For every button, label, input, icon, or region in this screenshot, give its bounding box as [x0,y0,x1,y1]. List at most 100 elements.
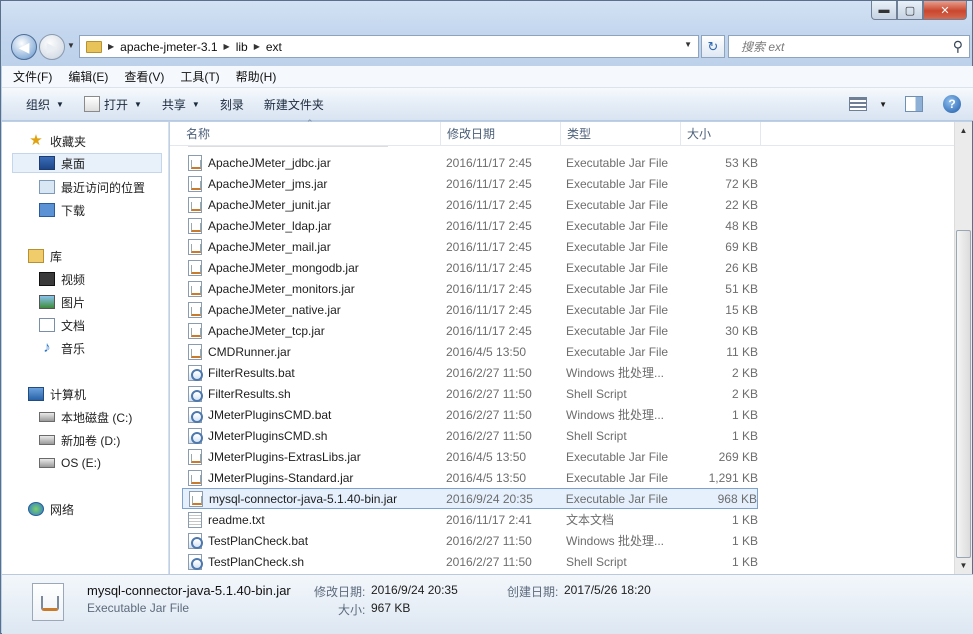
address-dropdown-icon[interactable]: ▼ [684,40,692,49]
sidebar-item-documents[interactable]: 文档 [39,315,85,335]
details-file-type: Executable Jar File [87,601,190,615]
table-row[interactable]: CMDRunner.jar 2016/4/5 13:50 Executable Ja… [182,341,758,362]
menu-file[interactable]: 文件(F) [8,68,57,85]
file-date-cell: 2016/2/27 11:50 [446,428,532,443]
file-type-cell: Executable Jar File [566,344,669,359]
sidebar-favorites[interactable]: ★ 收藏夹 [28,131,86,151]
command-bar: 组织 ▼ 打开 ▼ 共享 ▼ 刻录 新建文件夹 ▼ ? [2,88,973,121]
table-row[interactable]: FilterResults.bat 2016/2/27 11:50 Windows … [182,362,758,383]
search-input[interactable]: 搜索 ext ⚲ [728,35,970,58]
table-row[interactable]: ApacheJMeter_junit.jar 2016/11/17 2:45 Exe… [182,194,758,215]
sidebar-item-downloads[interactable]: 下载 [39,200,85,220]
close-button[interactable]: ✕ [923,1,967,20]
navigation-bar: ◀ ▶ ▼ ▶ apache-jmeter-3.1 ▶ lib ▶ ext ▼ … [9,33,970,60]
new-folder-button[interactable]: 新建文件夹 [254,96,334,113]
back-button[interactable]: ◀ [11,34,37,60]
preview-pane-icon[interactable] [905,96,923,112]
minimize-button[interactable]: ▬ [871,1,897,20]
table-row[interactable]: ApacheJMeter_mongodb.jar 2016/11/17 2:45 E… [182,257,758,278]
menu-tools[interactable]: 工具(T) [175,68,224,85]
file-date-cell: 2016/11/17 2:45 [446,323,532,338]
table-row[interactable]: TestPlanCheck.sh 2016/2/27 11:50 Shell Scr… [182,551,758,572]
breadcrumb-lib[interactable]: lib [236,40,248,54]
table-row[interactable]: ApacheJMeter_monitors.jar 2016/11/17 2:45… [182,278,758,299]
column-headers: ⌃ 名称 修改日期 类型 大小 [170,118,954,146]
column-header-date[interactable]: 修改日期 [441,122,561,146]
sidebar-item-drive-d[interactable]: 新加卷 (D:) [39,430,120,450]
sidebar-item-drive-e[interactable]: OS (E:) [39,453,101,473]
file-type-cell: Executable Jar File [566,260,669,275]
refresh-icon: ↻ [707,38,719,54]
change-view-icon[interactable] [849,97,868,111]
sidebar-computer[interactable]: 计算机 [28,384,86,404]
maximize-button[interactable]: ▢ [897,1,923,20]
sidebar-computer-label: 计算机 [50,387,87,402]
table-row[interactable]: readme.txt 2016/11/17 2:41 文本文档 1 KB [182,509,758,530]
file-name-cell: ApacheJMeter_mail.jar [208,239,331,254]
scroll-up-icon[interactable]: ▲ [955,122,972,139]
table-row[interactable]: ApacheJMeter_tcp.jar 2016/11/17 2:45 Execu… [182,320,758,341]
sidebar-item-label: 最近访问的位置 [61,180,146,195]
menu-edit[interactable]: 编辑(E) [63,68,113,85]
file-type-cell: Executable Jar File [566,176,669,191]
file-name-cell: ApacheJMeter_tcp.jar [208,323,325,338]
file-type-cell: Executable Jar File [565,491,668,506]
table-row[interactable]: FilterResults.sh 2016/2/27 11:50 Shell Scr… [182,383,758,404]
open-button[interactable]: 打开 ▼ [74,96,152,113]
table-row[interactable]: mysql-connector-java-5.1.40-bin.jar 2016/… [182,488,758,509]
breadcrumb-separator-icon[interactable]: ▶ [224,42,230,51]
sidebar-network[interactable]: 网络 [28,499,74,519]
breadcrumb-ext[interactable]: ext [266,40,282,54]
table-row[interactable]: ApacheJMeter_mail.jar 2016/11/17 2:45 Exec… [182,236,758,257]
file-name-cell: JMeterPlugins-ExtrasLibs.jar [208,449,361,464]
table-row[interactable]: ApacheJMeter_native.jar 2016/11/17 2:45 Ex… [182,299,758,320]
address-bar[interactable]: ▶ apache-jmeter-3.1 ▶ lib ▶ ext ▼ [79,35,699,58]
breadcrumb-separator-icon[interactable]: ▶ [254,42,260,51]
breadcrumb-separator-icon[interactable]: ▶ [108,42,114,51]
view-options-chevron-icon[interactable]: ▼ [879,100,887,109]
sidebar-item-music[interactable]: ♪ 音乐 [39,338,85,358]
jar-file-icon [188,175,202,192]
forward-button[interactable]: ▶ [39,34,65,60]
sidebar-libraries[interactable]: 库 [28,246,62,266]
column-header-size[interactable]: 大小 [681,122,761,146]
table-row[interactable]: JMeterPluginsCMD.sh 2016/2/27 11:50 Shell … [182,425,758,446]
table-row[interactable]: ApacheJMeter_jdbc.jar 2016/11/17 2:45 Exec… [182,152,758,173]
menu-view[interactable]: 查看(V) [119,68,169,85]
file-date-cell: 2016/2/27 11:50 [446,407,532,422]
table-row[interactable]: ApacheJMeter_ldap.jar 2016/11/17 2:45 Exec… [182,215,758,236]
file-size-cell: 26 KB [725,260,758,275]
search-placeholder: 搜索 ext [741,40,785,54]
organize-button[interactable]: 组织 ▼ [16,96,74,113]
column-header-name[interactable]: 名称 [180,122,441,146]
burn-button[interactable]: 刻录 [210,96,254,113]
refresh-button[interactable]: ↻ [701,35,725,58]
column-header-type[interactable]: 类型 [561,122,681,146]
file-type-cell: Executable Jar File [566,281,669,296]
scrollbar-thumb[interactable] [956,230,971,558]
help-icon[interactable]: ? [943,95,961,113]
sidebar-item-videos[interactable]: 视频 [39,269,85,289]
details-modified-value: 2016/9/24 20:35 [371,583,458,597]
sidebar-item-recent-places[interactable]: 最近访问的位置 [39,177,145,197]
scroll-down-icon[interactable]: ▼ [955,557,972,574]
desktop-icon [39,156,55,170]
drive-icon [39,412,55,422]
sidebar-item-drive-c[interactable]: 本地磁盘 (C:) [39,407,132,427]
vertical-scrollbar[interactable]: ▲ ▼ [954,122,972,574]
menu-help[interactable]: 帮助(H) [231,68,282,85]
sidebar-item-desktop[interactable]: 桌面 [12,153,162,173]
sidebar-item-pictures[interactable]: 图片 [39,292,85,312]
recent-pages-dropdown[interactable]: ▼ [67,41,75,50]
jar-file-icon [188,343,202,360]
share-button[interactable]: 共享 ▼ [152,96,210,113]
table-row[interactable]: JMeterPlugins-Standard.jar 2016/4/5 13:50… [182,467,758,488]
breadcrumb-apache-jmeter[interactable]: apache-jmeter-3.1 [120,40,217,54]
search-icon[interactable]: ⚲ [953,38,963,55]
table-row[interactable]: JMeterPluginsCMD.bat 2016/2/27 11:50 Windo… [182,404,758,425]
table-row[interactable]: JMeterPlugins-ExtrasLibs.jar 2016/4/5 13:… [182,446,758,467]
file-name-cell: TestPlanCheck.bat [208,533,309,548]
table-row[interactable]: ApacheJMeter_jms.jar 2016/11/17 2:45 Execu… [182,173,758,194]
table-row[interactable]: TestPlanCheck.bat 2016/2/27 11:50 Windows … [182,530,758,551]
jar-file-icon [32,583,64,621]
